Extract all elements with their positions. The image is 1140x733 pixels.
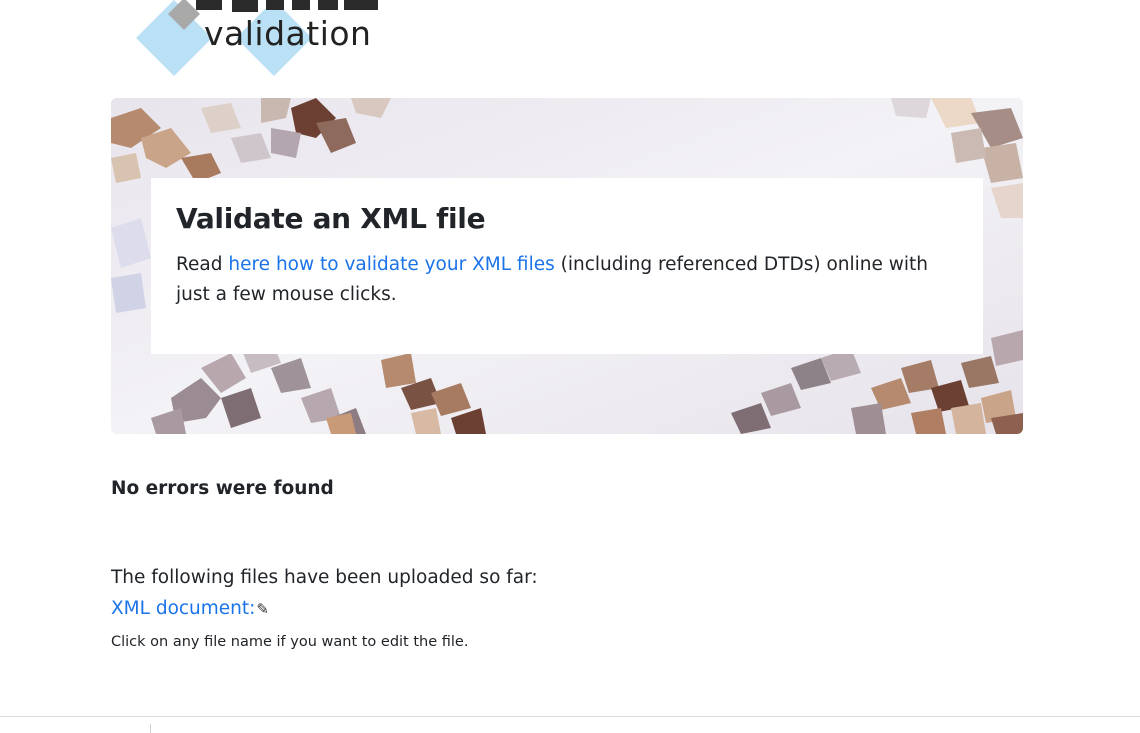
uploaded-files-intro: The following files have been uploaded s…	[111, 567, 538, 588]
hero-description: Read here how to validate your XML files…	[176, 250, 966, 310]
hero-banner: Validate an XML file Read here how to va…	[111, 98, 1023, 434]
hero-text-before: Read	[176, 254, 229, 275]
hero-card: Validate an XML file Read here how to va…	[151, 178, 983, 354]
edit-hint: Click on any file name if you want to ed…	[111, 634, 469, 650]
footer-separator	[150, 724, 151, 733]
page: validation Validate an XML file Read her…	[0, 0, 1140, 733]
page-title: Validate an XML file	[176, 202, 486, 235]
pencil-icon[interactable]: ✎	[256, 600, 269, 618]
file-link-xml-document[interactable]: XML document:	[111, 598, 255, 619]
site-logo[interactable]: validation	[136, 0, 396, 80]
validation-result: No errors were found	[111, 478, 334, 499]
logo-text: validation	[204, 14, 372, 53]
uploaded-files-list: XML document: ✎	[111, 598, 269, 619]
footer-divider	[0, 716, 1140, 717]
validation-help-link[interactable]: here how to validate your XML files	[228, 254, 554, 275]
